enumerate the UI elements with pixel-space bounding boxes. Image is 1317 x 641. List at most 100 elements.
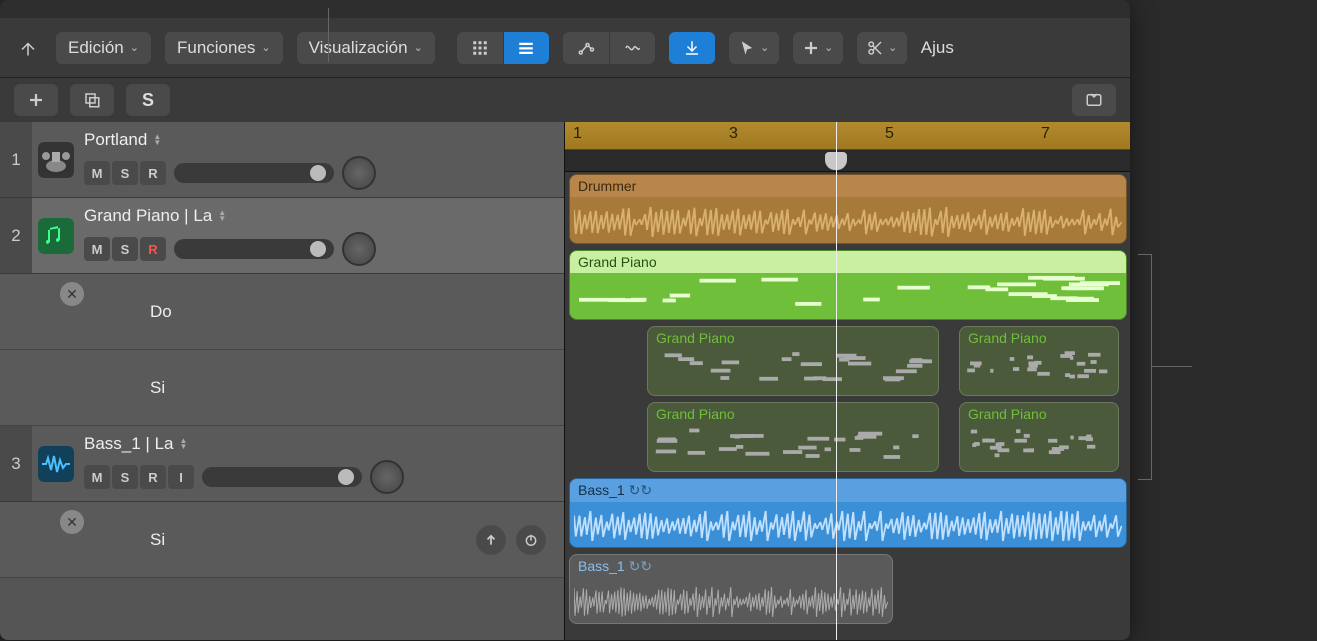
grid-icon-button[interactable] [457,32,503,64]
region-label: Grand Piano [960,327,1118,349]
bar-number: 1 [573,125,582,143]
region-content [966,351,1112,389]
track-number: 1 [0,122,32,197]
loop-icon: ↻↻ [629,482,652,498]
volume-slider[interactable] [202,467,362,487]
region-label: Grand Piano [960,403,1118,425]
chevron-down-icon: ⌄ [414,41,423,54]
record-button[interactable]: R [140,465,166,489]
track-name[interactable]: Portland ▲▼ [84,130,554,150]
timeline[interactable]: 1357 DrummerGrand PianoGrand PianoGrand … [565,122,1130,640]
region-content [574,511,1122,541]
mute-button[interactable]: M [84,465,110,489]
track-row[interactable]: 3 Bass_1 | La ▲▼ M S R I [0,426,564,502]
volume-slider[interactable] [174,239,334,259]
region[interactable]: Grand Piano [959,326,1119,396]
playhead-line [836,122,837,640]
take-folder-row[interactable]: ✕ Si [0,502,564,578]
menu-edit-label: Edición [68,38,124,58]
solo-button[interactable]: S [112,465,138,489]
track-row[interactable]: 2 Grand Piano | La ▲▼ M S R [0,198,564,274]
menu-functions-label: Funciones [177,38,255,58]
track-name[interactable]: Grand Piano | La ▲▼ [84,206,554,226]
add-tool[interactable]: ⌄ [793,32,843,64]
bar-ruler[interactable]: 1 3 5 7 [565,122,1130,150]
track-header-toolbar: S [0,78,1130,122]
mute-button[interactable]: M [84,237,110,261]
bar-number: 7 [1041,125,1050,143]
region[interactable]: Grand Piano [647,326,939,396]
main-toolbar: Edición ⌄ Funciones ⌄ Visualización ⌄ [0,18,1130,78]
region[interactable]: Grand Piano [569,250,1127,320]
track-header-config-button[interactable] [1072,84,1116,116]
global-solo-button[interactable]: S [126,84,170,116]
tick-ruler[interactable] [565,150,1130,172]
automation-group [563,32,655,64]
chevron-down-icon: ⌄ [760,41,769,54]
add-track-button[interactable] [14,84,58,116]
record-button[interactable]: R [140,237,166,261]
settings-label[interactable]: Ajus [921,38,954,58]
menu-view[interactable]: Visualización ⌄ [297,32,435,64]
track-number: 3 [0,426,32,501]
automation-icon-button[interactable] [563,32,609,64]
track-number: 2 [0,198,32,273]
region[interactable]: Grand Piano [647,402,939,472]
scissors-tool[interactable]: ⌄ [857,32,907,64]
solo-button[interactable]: S [112,161,138,185]
region-content [654,427,932,465]
track-list: 1 Portland ▲▼ M S R [0,122,565,640]
take-label: Si [150,530,165,550]
region-content [654,351,932,389]
solo-button[interactable]: S [112,237,138,261]
arrow-up-icon[interactable] [476,525,506,555]
region-label: Bass_1 ↻↻ [570,479,1126,502]
region-content [966,427,1112,465]
bar-number: 3 [729,125,738,143]
power-icon[interactable] [516,525,546,555]
updown-icon: ▲▼ [153,134,161,146]
daw-window: Edición ⌄ Funciones ⌄ Visualización ⌄ [0,0,1130,640]
region[interactable]: Bass_1 ↻↻ [569,478,1127,548]
track-name[interactable]: Bass_1 | La ▲▼ [84,434,554,454]
chevron-down-icon: ⌄ [261,41,270,54]
close-icon[interactable]: ✕ [60,510,84,534]
chevron-down-icon: ⌄ [888,41,897,54]
list-icon-button[interactable] [503,32,549,64]
region[interactable]: Drummer [569,174,1127,244]
region-content [576,275,1120,313]
take-folder-row[interactable]: Si [0,350,564,426]
catch-playhead-button[interactable] [669,32,715,64]
mute-button[interactable]: M [84,161,110,185]
region[interactable]: Bass_1 ↻↻ [569,554,893,624]
chevron-down-icon: ⌄ [130,41,139,54]
drumkit-icon [32,122,80,197]
input-button[interactable]: I [168,465,194,489]
track-row[interactable]: 1 Portland ▲▼ M S R [0,122,564,198]
menu-edit[interactable]: Edición ⌄ [56,32,151,64]
volume-slider[interactable] [174,163,334,183]
region-label: Grand Piano [570,251,1126,273]
back-up-icon[interactable] [14,34,42,62]
close-icon[interactable]: ✕ [60,282,84,306]
chevron-down-icon: ⌄ [824,41,833,54]
menu-functions[interactable]: Funciones ⌄ [165,32,283,64]
callout-line [1152,366,1192,367]
arrange-area: 1 Portland ▲▼ M S R [0,122,1130,640]
region-lanes: DrummerGrand PianoGrand PianoGrand Piano… [565,172,1130,628]
bar-number: 5 [885,125,894,143]
flex-icon-button[interactable] [609,32,655,64]
duplicate-track-button[interactable] [70,84,114,116]
callout-line [328,8,329,62]
loop-icon: ↻↻ [629,558,652,574]
pan-knob[interactable] [342,156,376,190]
take-folder-row[interactable]: ✕ Do [0,274,564,350]
pan-knob[interactable] [342,232,376,266]
updown-icon: ▲▼ [179,438,187,450]
region-label: Drummer [570,175,1126,197]
region[interactable]: Grand Piano [959,402,1119,472]
grid-toggle-group [457,32,549,64]
pan-knob[interactable] [370,460,404,494]
record-button[interactable]: R [140,161,166,185]
pointer-tool[interactable]: ⌄ [729,32,779,64]
